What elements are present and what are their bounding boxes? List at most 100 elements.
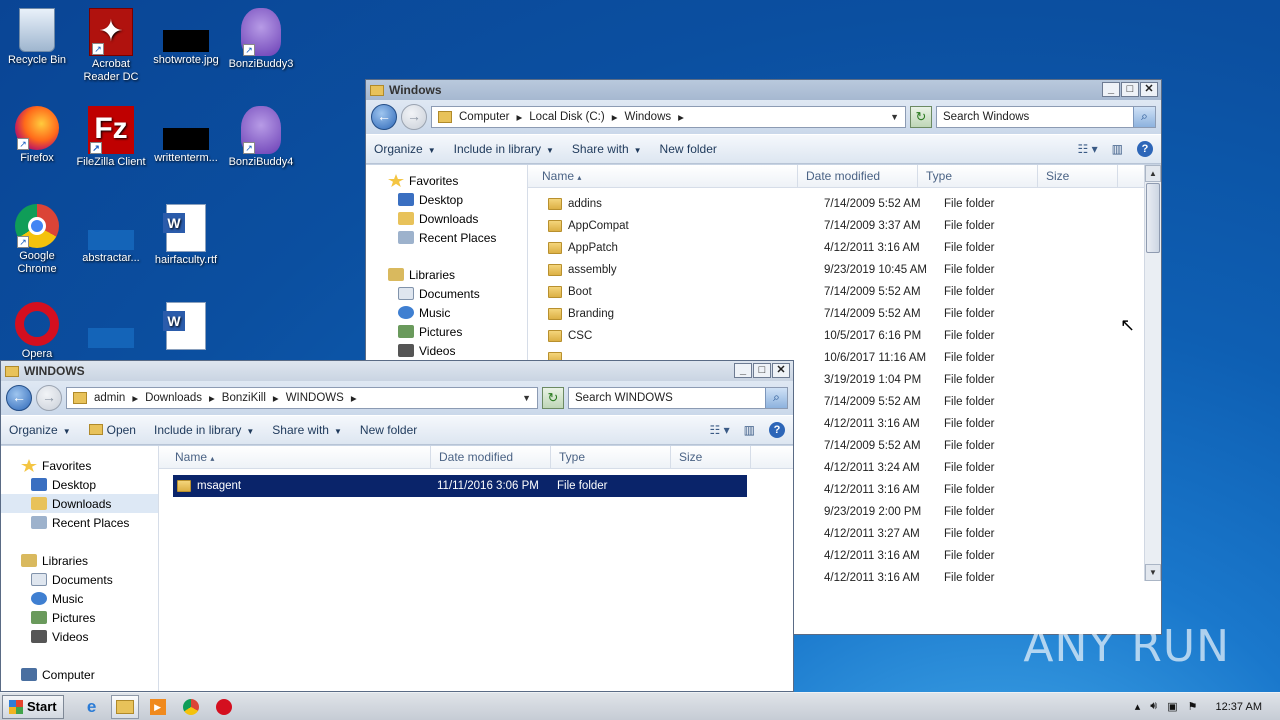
nav-libraries[interactable]: Libraries	[388, 265, 527, 284]
column-name[interactable]: Name ▴	[528, 165, 798, 187]
view-options-icon[interactable]: ☷ ▾	[1078, 142, 1098, 156]
search-input[interactable]: Search WINDOWS ⌕	[568, 387, 788, 409]
help-icon[interactable]: ?	[769, 422, 785, 438]
refresh-button[interactable]: ↻	[542, 387, 564, 409]
back-button[interactable]: ←	[6, 385, 32, 411]
new-folder-button[interactable]: New folder	[360, 423, 417, 437]
column-date-modified[interactable]: Date modified	[798, 165, 918, 187]
desktop-icon-opera[interactable]: Opera	[0, 302, 74, 361]
breadcrumb-item[interactable]: Computer	[459, 111, 510, 123]
breadcrumb-item[interactable]: Downloads	[145, 392, 202, 404]
column-type[interactable]: Type	[551, 446, 671, 468]
taskbar-internet-explorer[interactable]: e	[78, 695, 106, 719]
breadcrumb-item[interactable]: admin	[94, 392, 125, 404]
minimize-button[interactable]: _	[1102, 82, 1120, 97]
volume-icon[interactable]: 🔊︎	[1150, 700, 1157, 713]
nav-recent-places[interactable]: Recent Places	[388, 228, 527, 247]
include-in-library-button[interactable]: Include in library ▼	[154, 423, 254, 437]
nav-music[interactable]: Music	[1, 589, 158, 608]
network-icon[interactable]: ▣	[1167, 700, 1177, 713]
nav-videos[interactable]: Videos	[388, 341, 527, 360]
nav-downloads[interactable]: Downloads	[1, 494, 158, 513]
new-folder-button[interactable]: New folder	[660, 142, 717, 156]
minimize-button[interactable]: _	[734, 363, 752, 378]
forward-button[interactable]: →	[401, 104, 427, 130]
include-in-library-button[interactable]: Include in library ▼	[454, 142, 554, 156]
desktop-icon-hairfaculty[interactable]: W hairfaculty.rtf	[149, 204, 223, 267]
close-button[interactable]: ✕	[772, 363, 790, 378]
address-bar[interactable]: Computer ▸ Local Disk (C:) ▸ Windows ▸ ▼	[431, 106, 906, 128]
breadcrumb-item[interactable]: Local Disk (C:)	[529, 111, 604, 123]
nav-desktop[interactable]: Desktop	[388, 190, 527, 209]
nav-computer[interactable]: Computer	[1, 665, 158, 684]
refresh-button[interactable]: ↻	[910, 106, 932, 128]
nav-favorites[interactable]: Favorites	[388, 171, 527, 190]
column-size[interactable]: Size	[1038, 165, 1118, 187]
desktop-icon-acrobat[interactable]: ✦ ↗ Acrobat Reader DC	[74, 8, 148, 84]
desktop-icon-recycle-bin[interactable]: Recycle Bin	[0, 8, 74, 67]
organize-button[interactable]: Organize ▼	[9, 423, 71, 437]
column-name[interactable]: Name ▴	[159, 446, 431, 468]
chevron-down-icon[interactable]: ▼	[522, 393, 531, 403]
chevron-down-icon[interactable]: ▼	[890, 112, 899, 122]
forward-button[interactable]: →	[36, 385, 62, 411]
table-row[interactable]: assembly 9/23/2019 10:45 AM File folder	[528, 259, 1161, 281]
nav-music[interactable]: Music	[388, 303, 527, 322]
nav-favorites[interactable]: Favorites	[1, 456, 158, 475]
desktop-icon-bonzibuddy4[interactable]: ↗ BonziBuddy4	[224, 106, 298, 169]
scroll-down-arrow[interactable]: ▼	[1145, 564, 1161, 581]
nav-pictures[interactable]: Pictures	[388, 322, 527, 341]
nav-videos[interactable]: Videos	[1, 627, 158, 646]
preview-pane-icon[interactable]: ▥	[1112, 142, 1123, 156]
nav-pictures[interactable]: Pictures	[1, 608, 158, 627]
back-button[interactable]: ←	[371, 104, 397, 130]
column-size[interactable]: Size	[671, 446, 751, 468]
nav-documents[interactable]: Documents	[1, 570, 158, 589]
start-button[interactable]: Start	[2, 694, 64, 719]
breadcrumb-item[interactable]: WINDOWS	[286, 392, 344, 404]
breadcrumb-item[interactable]: Windows	[624, 111, 671, 123]
desktop-icon-chrome[interactable]: ↗ Google Chrome	[0, 204, 74, 276]
clock[interactable]: 12:37 AM	[1208, 701, 1270, 713]
scrollbar-thumb[interactable]	[1146, 183, 1160, 253]
table-row[interactable]: Boot 7/14/2009 5:52 AM File folder	[528, 281, 1161, 303]
view-options-icon[interactable]: ☷ ▾	[710, 423, 730, 437]
search-input[interactable]: Search Windows ⌕	[936, 106, 1156, 128]
nav-desktop[interactable]: Desktop	[1, 475, 158, 494]
taskbar-media-player[interactable]: ▶	[144, 695, 172, 719]
help-icon[interactable]: ?	[1137, 141, 1153, 157]
desktop-icon-writtenterm[interactable]: writtenterm...	[149, 106, 223, 165]
nav-documents[interactable]: Documents	[388, 284, 527, 303]
taskbar-chrome[interactable]	[177, 695, 205, 719]
table-row[interactable]: Branding 7/14/2009 5:52 AM File folder	[528, 303, 1161, 325]
desktop-icon-file[interactable]	[74, 302, 148, 350]
desktop-icon-filezilla[interactable]: Fz ↗ FileZilla Client	[74, 106, 148, 169]
preview-pane-icon[interactable]: ▥	[744, 423, 755, 437]
desktop-icon-rtf[interactable]: W	[149, 302, 223, 352]
show-hidden-icons-icon[interactable]: ▴	[1135, 700, 1141, 713]
organize-button[interactable]: Organize ▼	[374, 142, 436, 156]
column-type[interactable]: Type	[918, 165, 1038, 187]
desktop-icon-bonzibuddy3[interactable]: ↗ BonziBuddy3	[224, 8, 298, 71]
search-icon[interactable]: ⌕	[765, 388, 787, 408]
table-row[interactable]: AppCompat 7/14/2009 3:37 AM File folder	[528, 215, 1161, 237]
title-bar[interactable]: Windows _ □ ✕	[366, 80, 1161, 100]
address-bar[interactable]: admin ▸ Downloads ▸ BonziKill ▸ WINDOWS ▸ ▼	[66, 387, 538, 409]
nav-libraries[interactable]: Libraries	[1, 551, 158, 570]
maximize-button[interactable]: □	[1121, 82, 1139, 97]
maximize-button[interactable]: □	[753, 363, 771, 378]
table-row[interactable]: CSC 10/5/2017 6:16 PM File folder	[528, 325, 1161, 347]
desktop-icon-firefox[interactable]: ↗ Firefox	[0, 106, 74, 165]
table-row[interactable]: AppPatch 4/12/2011 3:16 AM File folder	[528, 237, 1161, 259]
desktop-icon-abstractar[interactable]: abstractar...	[74, 204, 148, 265]
share-with-button[interactable]: Share with ▼	[572, 142, 642, 156]
breadcrumb-item[interactable]: BonziKill	[222, 392, 266, 404]
action-center-flag-icon[interactable]: ⚑	[1188, 700, 1198, 713]
close-button[interactable]: ✕	[1140, 82, 1158, 97]
taskbar-opera[interactable]	[210, 695, 238, 719]
nav-downloads[interactable]: Downloads	[388, 209, 527, 228]
title-bar[interactable]: WINDOWS _ □ ✕	[1, 361, 793, 381]
taskbar-explorer[interactable]	[110, 694, 139, 719]
table-row[interactable]: addins 7/14/2009 5:52 AM File folder	[528, 193, 1161, 215]
table-row[interactable]: msagent 11/11/2016 3:06 PM File folder	[172, 474, 748, 498]
